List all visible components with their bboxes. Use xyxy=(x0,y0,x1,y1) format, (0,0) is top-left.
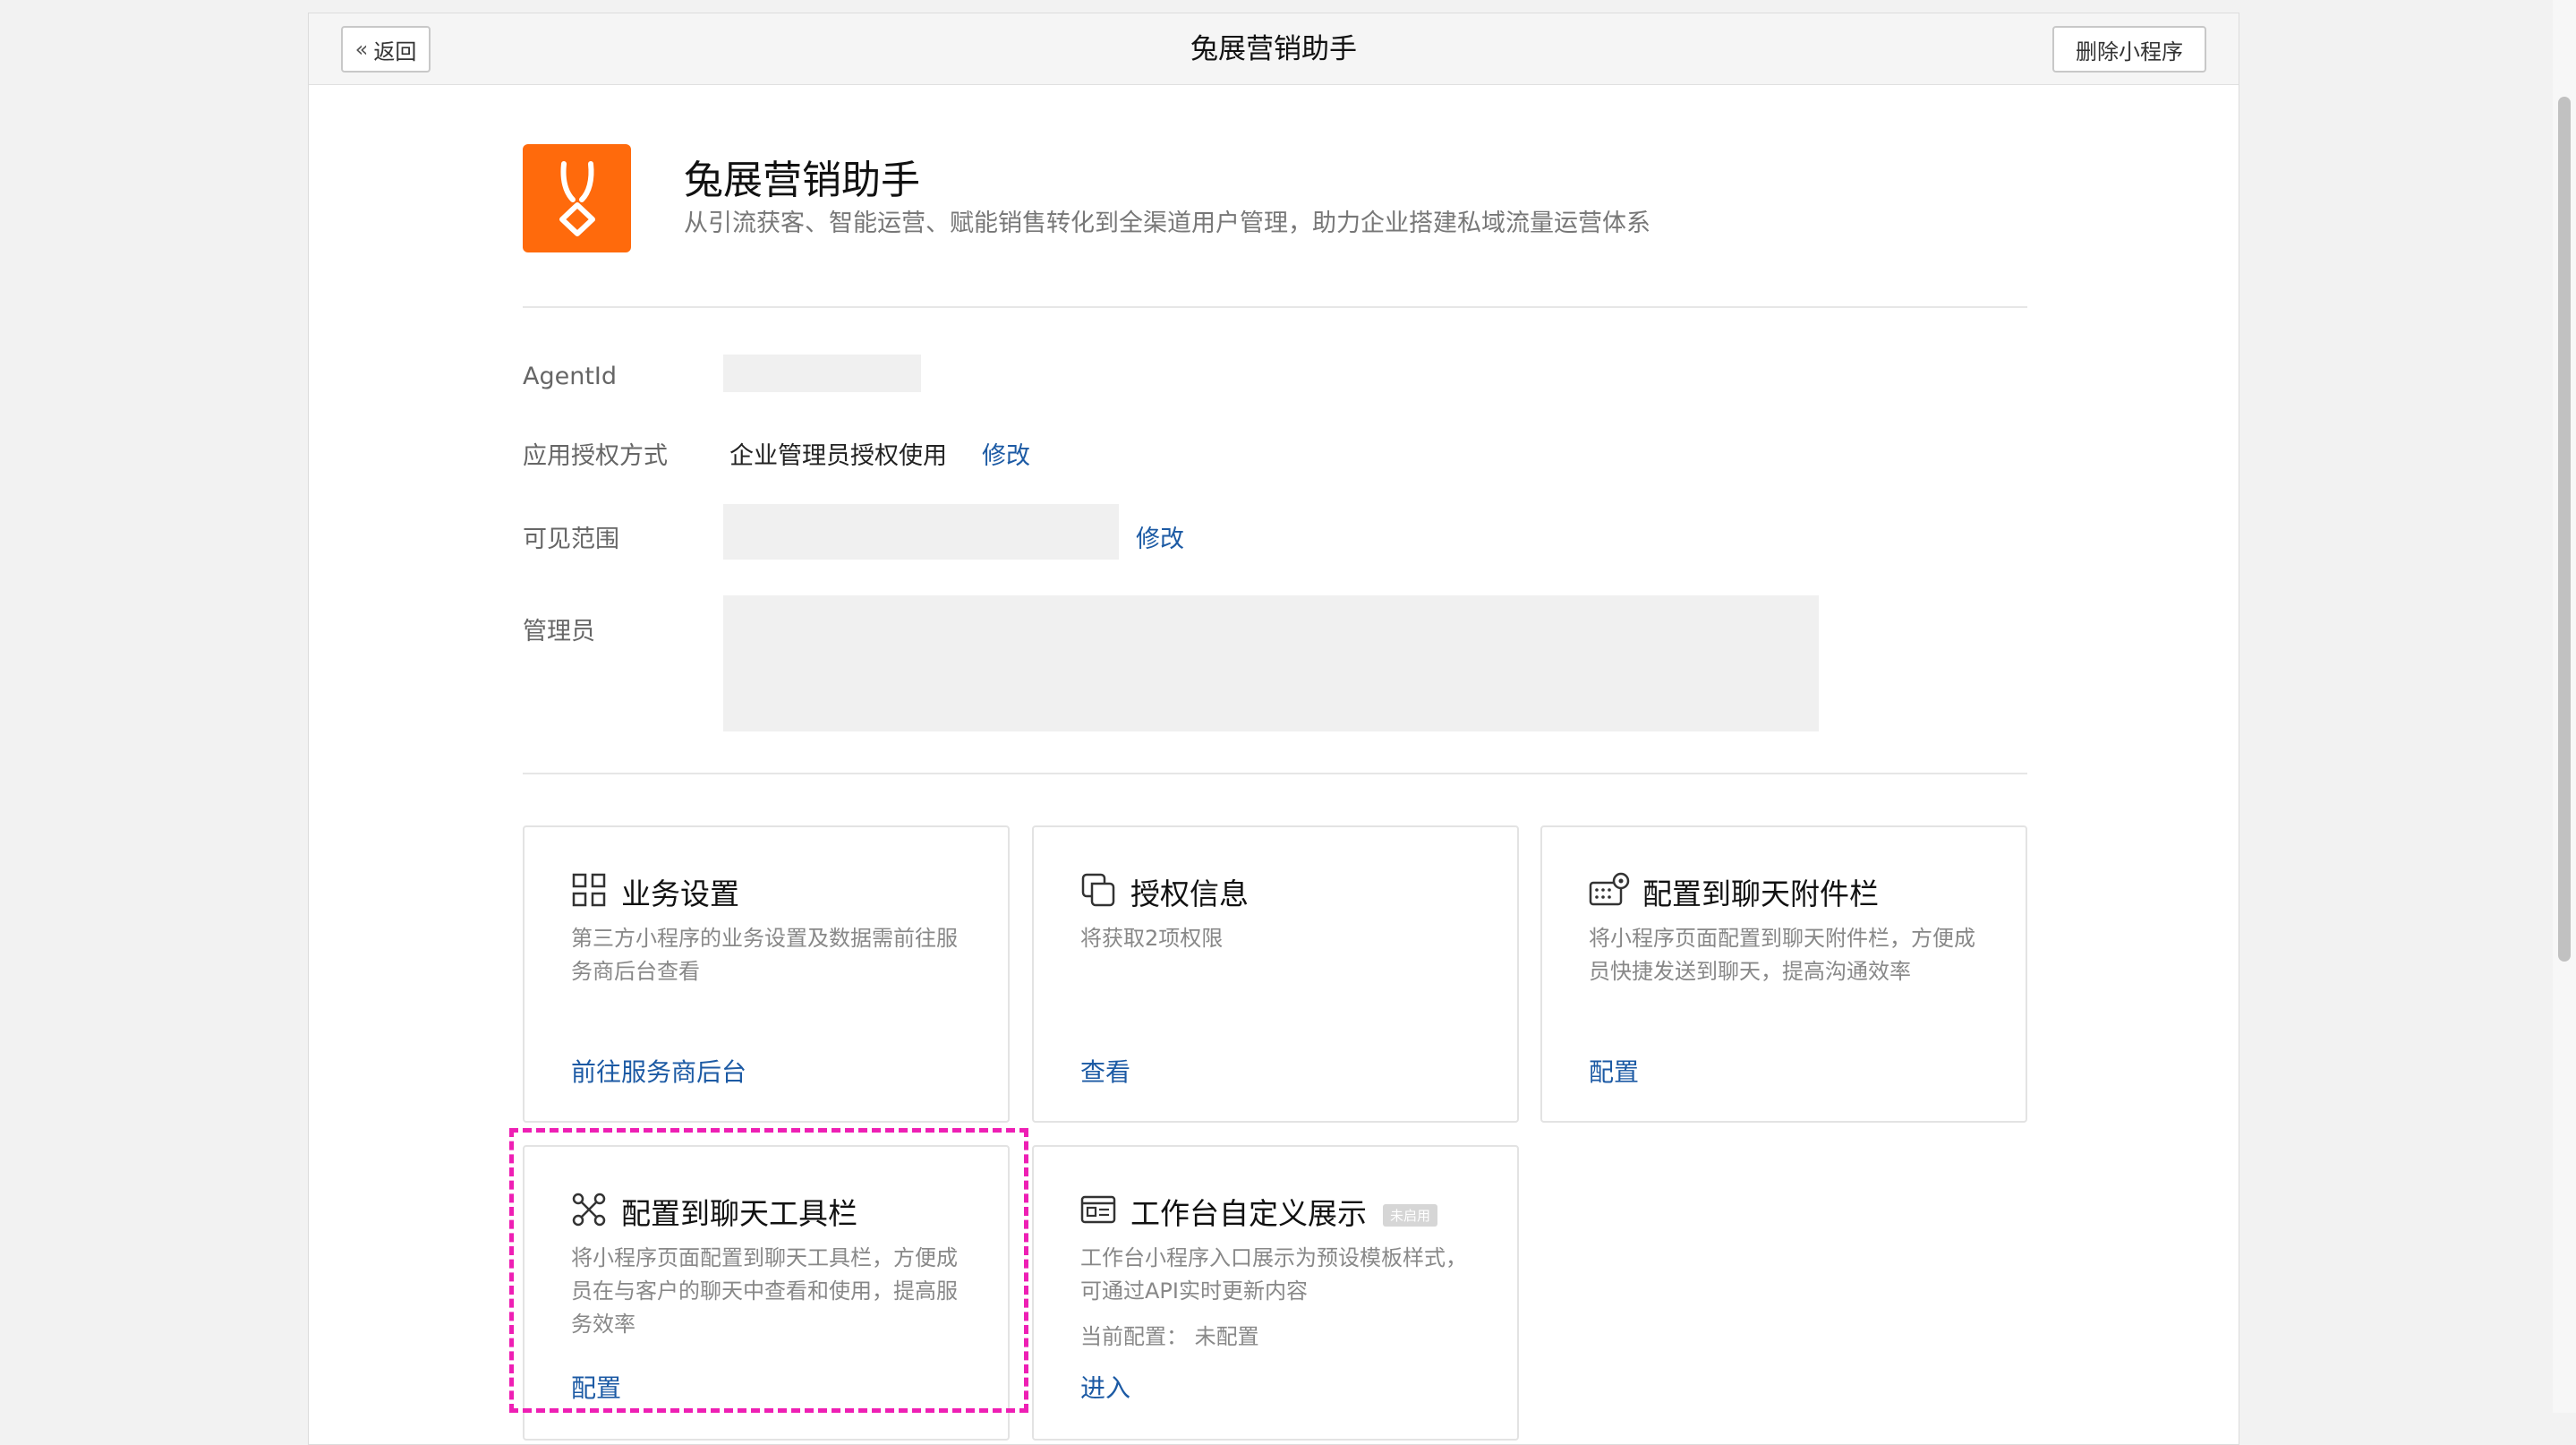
divider xyxy=(523,306,2027,308)
delete-miniprogram-button[interactable]: 删除小程序 xyxy=(2052,26,2206,73)
agentid-value-redacted xyxy=(723,355,921,392)
visible-range-edit-link[interactable]: 修改 xyxy=(1136,519,1184,554)
card-description: 工作台小程序入口展示为预设模板样式，可通过API实时更新内容 xyxy=(1080,1245,1467,1304)
agentid-label: AgentId xyxy=(523,363,618,390)
chat-attachment-card: 配置到聊天附件栏 将小程序页面配置到聊天附件栏，方便成员快捷发送到聊天，提高沟通… xyxy=(1540,825,2027,1123)
status-badge: 未启用 xyxy=(1383,1204,1438,1227)
card-title-row: 工作台自定义展示 未启用 xyxy=(1130,1190,1438,1233)
grid-icon xyxy=(572,873,606,907)
card-title: 授权信息 xyxy=(1130,876,1249,911)
authorization-info-card: 授权信息 将获取2项权限 查看 xyxy=(1032,825,1519,1123)
admin-label: 管理员 xyxy=(523,618,595,646)
copy-icon xyxy=(1081,873,1115,907)
enter-workbench-link[interactable]: 进入 xyxy=(1080,1369,1130,1405)
app-logo xyxy=(523,144,631,252)
keyboard-gear-icon xyxy=(1589,872,1630,906)
visible-range-value-redacted xyxy=(723,504,1119,560)
configure-attachment-link[interactable]: 配置 xyxy=(1589,1053,1639,1089)
workbench-display-card: 工作台自定义展示 未启用 工作台小程序入口展示为预设模板样式，可通过API实时更新… xyxy=(1032,1145,1519,1441)
current-config-status: 当前配置： 未配置 xyxy=(1080,1324,1259,1349)
card-title: 工作台自定义展示 xyxy=(1130,1196,1367,1231)
scrollbar-thumb[interactable] xyxy=(2558,97,2571,962)
card-description: 将获取2项权限 xyxy=(1080,926,1224,951)
app-description: 从引流获客、智能运营、赋能销售转化到全渠道用户管理，助力企业搭建私域流量运营体系 xyxy=(684,209,1651,237)
card-title: 配置到聊天附件栏 xyxy=(1642,876,1879,911)
card-description: 将小程序页面配置到聊天附件栏，方便成员快捷发送到聊天，提高沟通效率 xyxy=(1589,926,1975,984)
admin-list-redacted xyxy=(723,595,1819,731)
go-to-provider-backend-link[interactable]: 前往服务商后台 xyxy=(571,1053,746,1089)
card-title: 业务设置 xyxy=(621,876,739,911)
page-title: 兔展营销助手 xyxy=(1190,33,1357,65)
divider xyxy=(523,773,2027,774)
card-description: 第三方小程序的业务设置及数据需前往服务商后台查看 xyxy=(571,926,958,984)
auth-method-edit-link[interactable]: 修改 xyxy=(982,436,1030,471)
view-authorization-link[interactable]: 查看 xyxy=(1080,1053,1130,1089)
rabbit-logo-icon xyxy=(559,160,595,236)
card-icon xyxy=(1080,1195,1116,1224)
visible-range-label: 可见范围 xyxy=(523,526,619,553)
highlight-box xyxy=(509,1128,1028,1413)
business-settings-card: 业务设置 第三方小程序的业务设置及数据需前往服务商后台查看 前往服务商后台 xyxy=(523,825,1010,1123)
auth-method-label: 应用授权方式 xyxy=(523,442,668,470)
top-bar: « 返回 兔展营销助手 删除小程序 xyxy=(309,13,2239,85)
app-name: 兔展营销助手 xyxy=(684,158,920,203)
auth-method-value: 企业管理员授权使用 xyxy=(729,442,947,470)
